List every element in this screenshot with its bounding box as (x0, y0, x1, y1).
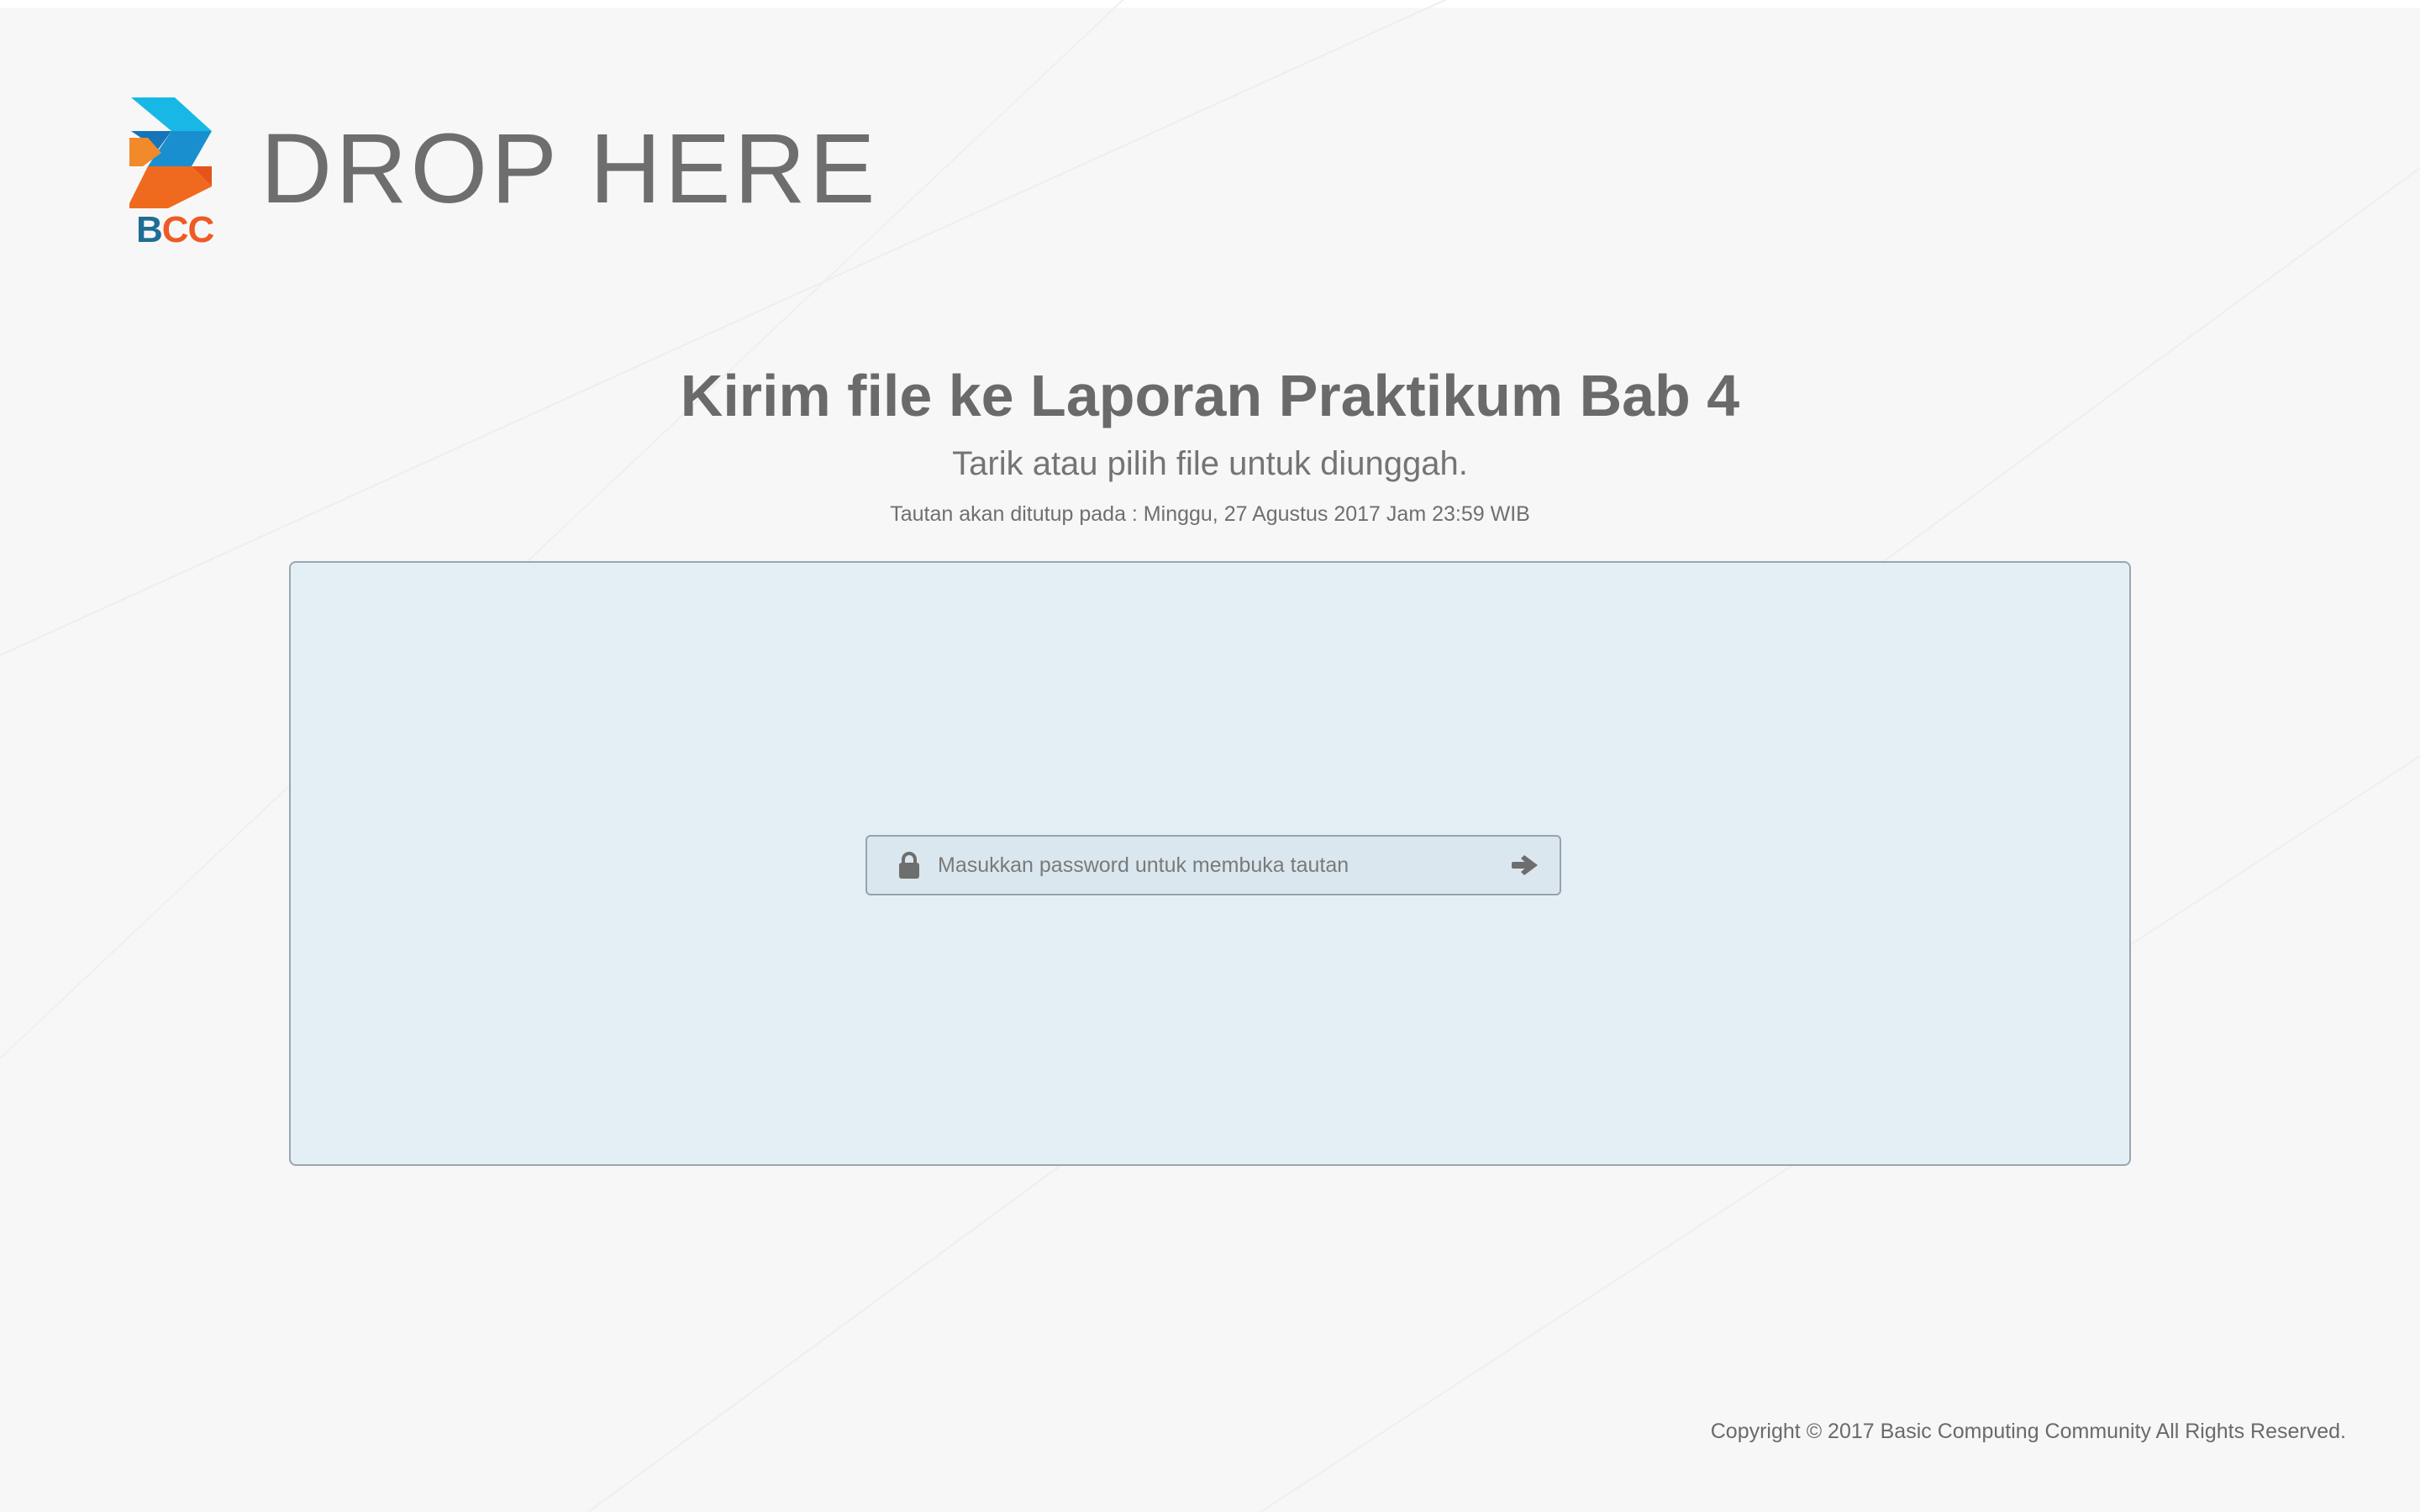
deadline-text: Tautan akan ditutup pada : Minggu, 27 Ag… (890, 502, 1530, 526)
bcc-logo-mark (129, 97, 212, 208)
lock-icon (899, 852, 919, 879)
logo-letter-b: B (136, 209, 163, 250)
page-title: Kirim file ke Laporan Praktikum Bab 4 (680, 363, 1740, 428)
brand-title: DROP HERE (260, 113, 879, 224)
password-input[interactable] (936, 839, 1499, 891)
file-drop-zone[interactable] (289, 561, 2131, 1166)
page-subtitle: Tarik atau pilih file untuk diunggah. (952, 445, 1468, 482)
logo-letters-cc: CC (161, 209, 215, 250)
arrow-right-icon (1512, 855, 1538, 875)
header: BCC DROP HERE (128, 94, 878, 254)
page: BCC DROP HERE Kirim file ke Laporan Prak… (0, 0, 2420, 1512)
bcc-logo-text: BCC (136, 209, 215, 250)
password-form (865, 835, 1561, 895)
bcc-logo[interactable]: BCC (128, 94, 220, 254)
submit-button[interactable] (1499, 840, 1549, 890)
copyright-text: Copyright © 2017 Basic Computing Communi… (1710, 1420, 2346, 1443)
